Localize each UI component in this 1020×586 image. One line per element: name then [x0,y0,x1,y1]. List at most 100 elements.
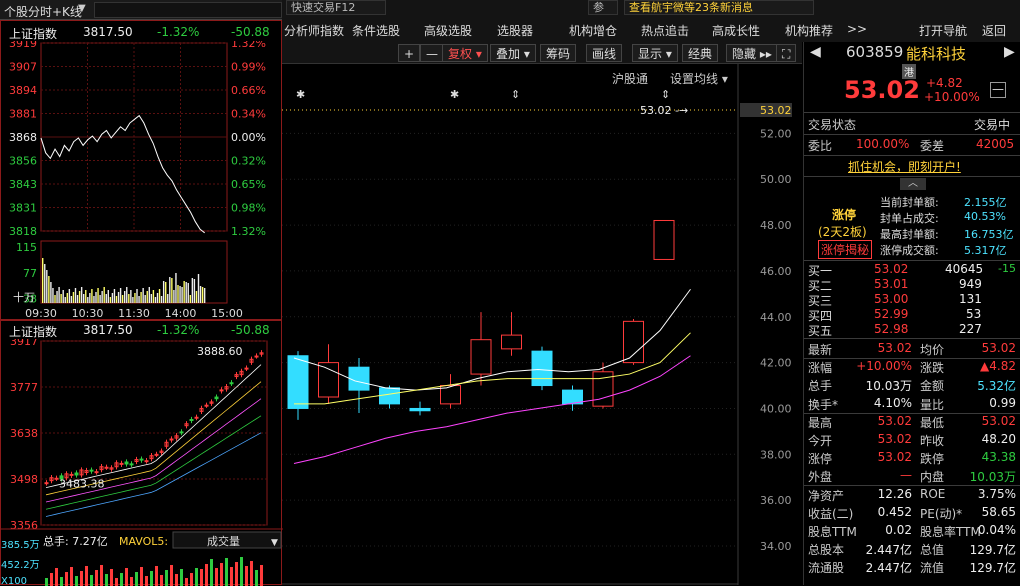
quick-trade-tab[interactable]: 快速交易F12 [286,0,386,15]
display-button[interactable]: 显示 ▾ [632,44,678,62]
y-tick-label: 38.00 [760,448,792,461]
vol-bar [150,294,153,303]
menu-hotspot[interactable]: 热点追击 [641,22,689,39]
stat-row: 最高 53.02 最低 53.02 [808,414,1018,431]
panel-search-box[interactable] [94,2,282,18]
expand-icon[interactable]: ︿ [900,178,926,190]
candle-body [89,469,94,472]
stat-label: 昨收 [920,434,945,448]
y-tick-label: 3919 [9,41,37,50]
menu-condition-select[interactable]: 条件选股 [352,22,400,39]
vol-bar [183,281,185,303]
fullscreen-icon[interactable]: ⛶ [776,44,797,62]
y-tick-label: 44.00 [760,311,792,324]
vol-bar [173,290,175,303]
high-label: 3888.60 [197,345,243,358]
menu-open-nav[interactable]: 打开导航 [919,22,967,39]
stat-label: 股息率TTM [920,525,981,539]
news-tab-prefix[interactable]: 参 [588,0,618,15]
stat-value: 48.20 [981,432,1016,446]
menu-institution-add[interactable]: 机构增仓 [569,22,617,39]
event-marker-icon: ✱ [450,88,459,101]
chevron-down-icon[interactable]: ▼ [78,3,86,14]
stat-row: 换手* 4.10% 量比 0.99 [808,396,1018,413]
weicha-label: 委差 [920,139,945,153]
panel-selector[interactable]: 个股分时+K线 [4,3,82,20]
pct-tick-label: 0.34% [231,108,266,121]
vol-bar [121,295,124,303]
limit-info-label: 封单占成交: [880,212,939,225]
vol-bar [70,296,73,303]
candle-body [74,472,79,476]
menu-institution-recommend[interactable]: 机构推荐 [785,22,833,39]
zoom-out-button[interactable]: — [420,44,444,62]
vol-bar [144,295,146,303]
vol-bar [191,278,194,303]
vol-bar [255,570,258,586]
vol-bar [195,291,198,303]
vol-bar [150,571,153,586]
stat-value: 53.02 [877,450,912,465]
vol-bar [111,293,114,303]
vol-select: 成交量 [207,534,240,548]
vol-bar [58,287,60,303]
vol-bar [60,294,62,303]
vol-bar [190,573,193,586]
index-change: -1.32% [157,25,200,39]
hide-button[interactable]: 隐藏 ▸▸ [726,44,778,62]
chips-button[interactable]: 筹码 [540,44,577,62]
vol-bar [125,568,128,586]
stat-value: 12.26 [877,486,912,501]
bid-label: 买五 [808,324,833,338]
stat-row: 净资产 12.26 ROE 3.75% [808,487,1018,504]
pct-tick-label: 0.32% [231,155,266,168]
stat-row: 流通股 2.447亿 流值 129.7亿 [808,559,1018,576]
menu-analyst-index[interactable]: 分析师指数 [284,22,344,39]
menu-stock-screener[interactable]: 选股器 [497,22,533,39]
stat-label: 总股本 [808,543,845,558]
vol-bar [87,297,89,303]
vol-bar [80,287,83,303]
vol-unit-label: 十万 [13,290,35,304]
classic-button[interactable]: 经典 [682,44,719,62]
candle-body [169,438,174,441]
vol-bar [76,295,79,303]
limit-title: 涨停 [832,208,857,222]
index-name: 上证指数 [9,27,58,41]
vol-bar [54,295,56,303]
index-value: 3817.50 [83,323,133,337]
open-account-banner[interactable]: 抓住机会，即刻开户! [848,158,961,175]
pct-tick-label: 1.32% [231,41,266,50]
menu-high-growth[interactable]: 高成长性 [712,22,760,39]
vol-bar [189,295,191,303]
menu-advanced-select[interactable]: 高级选股 [424,22,472,39]
menu-more[interactable]: >> [847,22,867,36]
menu-back[interactable]: 返回 [982,22,1006,39]
stat-label: 均价 [920,343,945,357]
vol-bar [180,569,183,586]
candle-body [287,355,309,409]
adjust-button[interactable]: 复权 ▾ [442,44,488,62]
prev-stock-icon[interactable]: ◀ [810,44,821,60]
zoom-in-button[interactable]: + [398,44,421,62]
bid-row[interactable]: 买五 52.98 227 [808,322,1018,339]
draw-line-button[interactable]: 画线 [586,44,623,62]
bid-price: 52.99 [874,307,909,321]
y-tick-label: 3881 [9,108,37,121]
stat-label: 换手* [808,397,839,412]
vol-tick-label: 77 [23,267,37,280]
limit-info-row: 涨停成交额: 5.317亿 [880,242,1020,259]
status-value: 交易中 [974,118,1011,132]
limit-secret-button[interactable]: 涨停揭秘 [818,240,873,259]
collapse-icon[interactable]: — [990,82,1006,98]
index-kline-chart: 上证指数 3817.50 -1.32% -50.88 3917 3777 3638 3… [0,320,283,586]
vol-bar [146,291,148,303]
time-label: 15:00 [211,307,243,320]
index-value: 3817.50 [83,25,133,39]
stat-label: 最高 [808,415,833,430]
vol-bar [70,567,73,586]
news-ticker[interactable]: 查看航宇微等23条新消息 [624,0,814,15]
overlay-button[interactable]: 叠加 ▾ [490,44,536,62]
time-label: 14:00 [165,307,197,320]
next-stock-icon[interactable]: ▶ [1004,44,1015,60]
